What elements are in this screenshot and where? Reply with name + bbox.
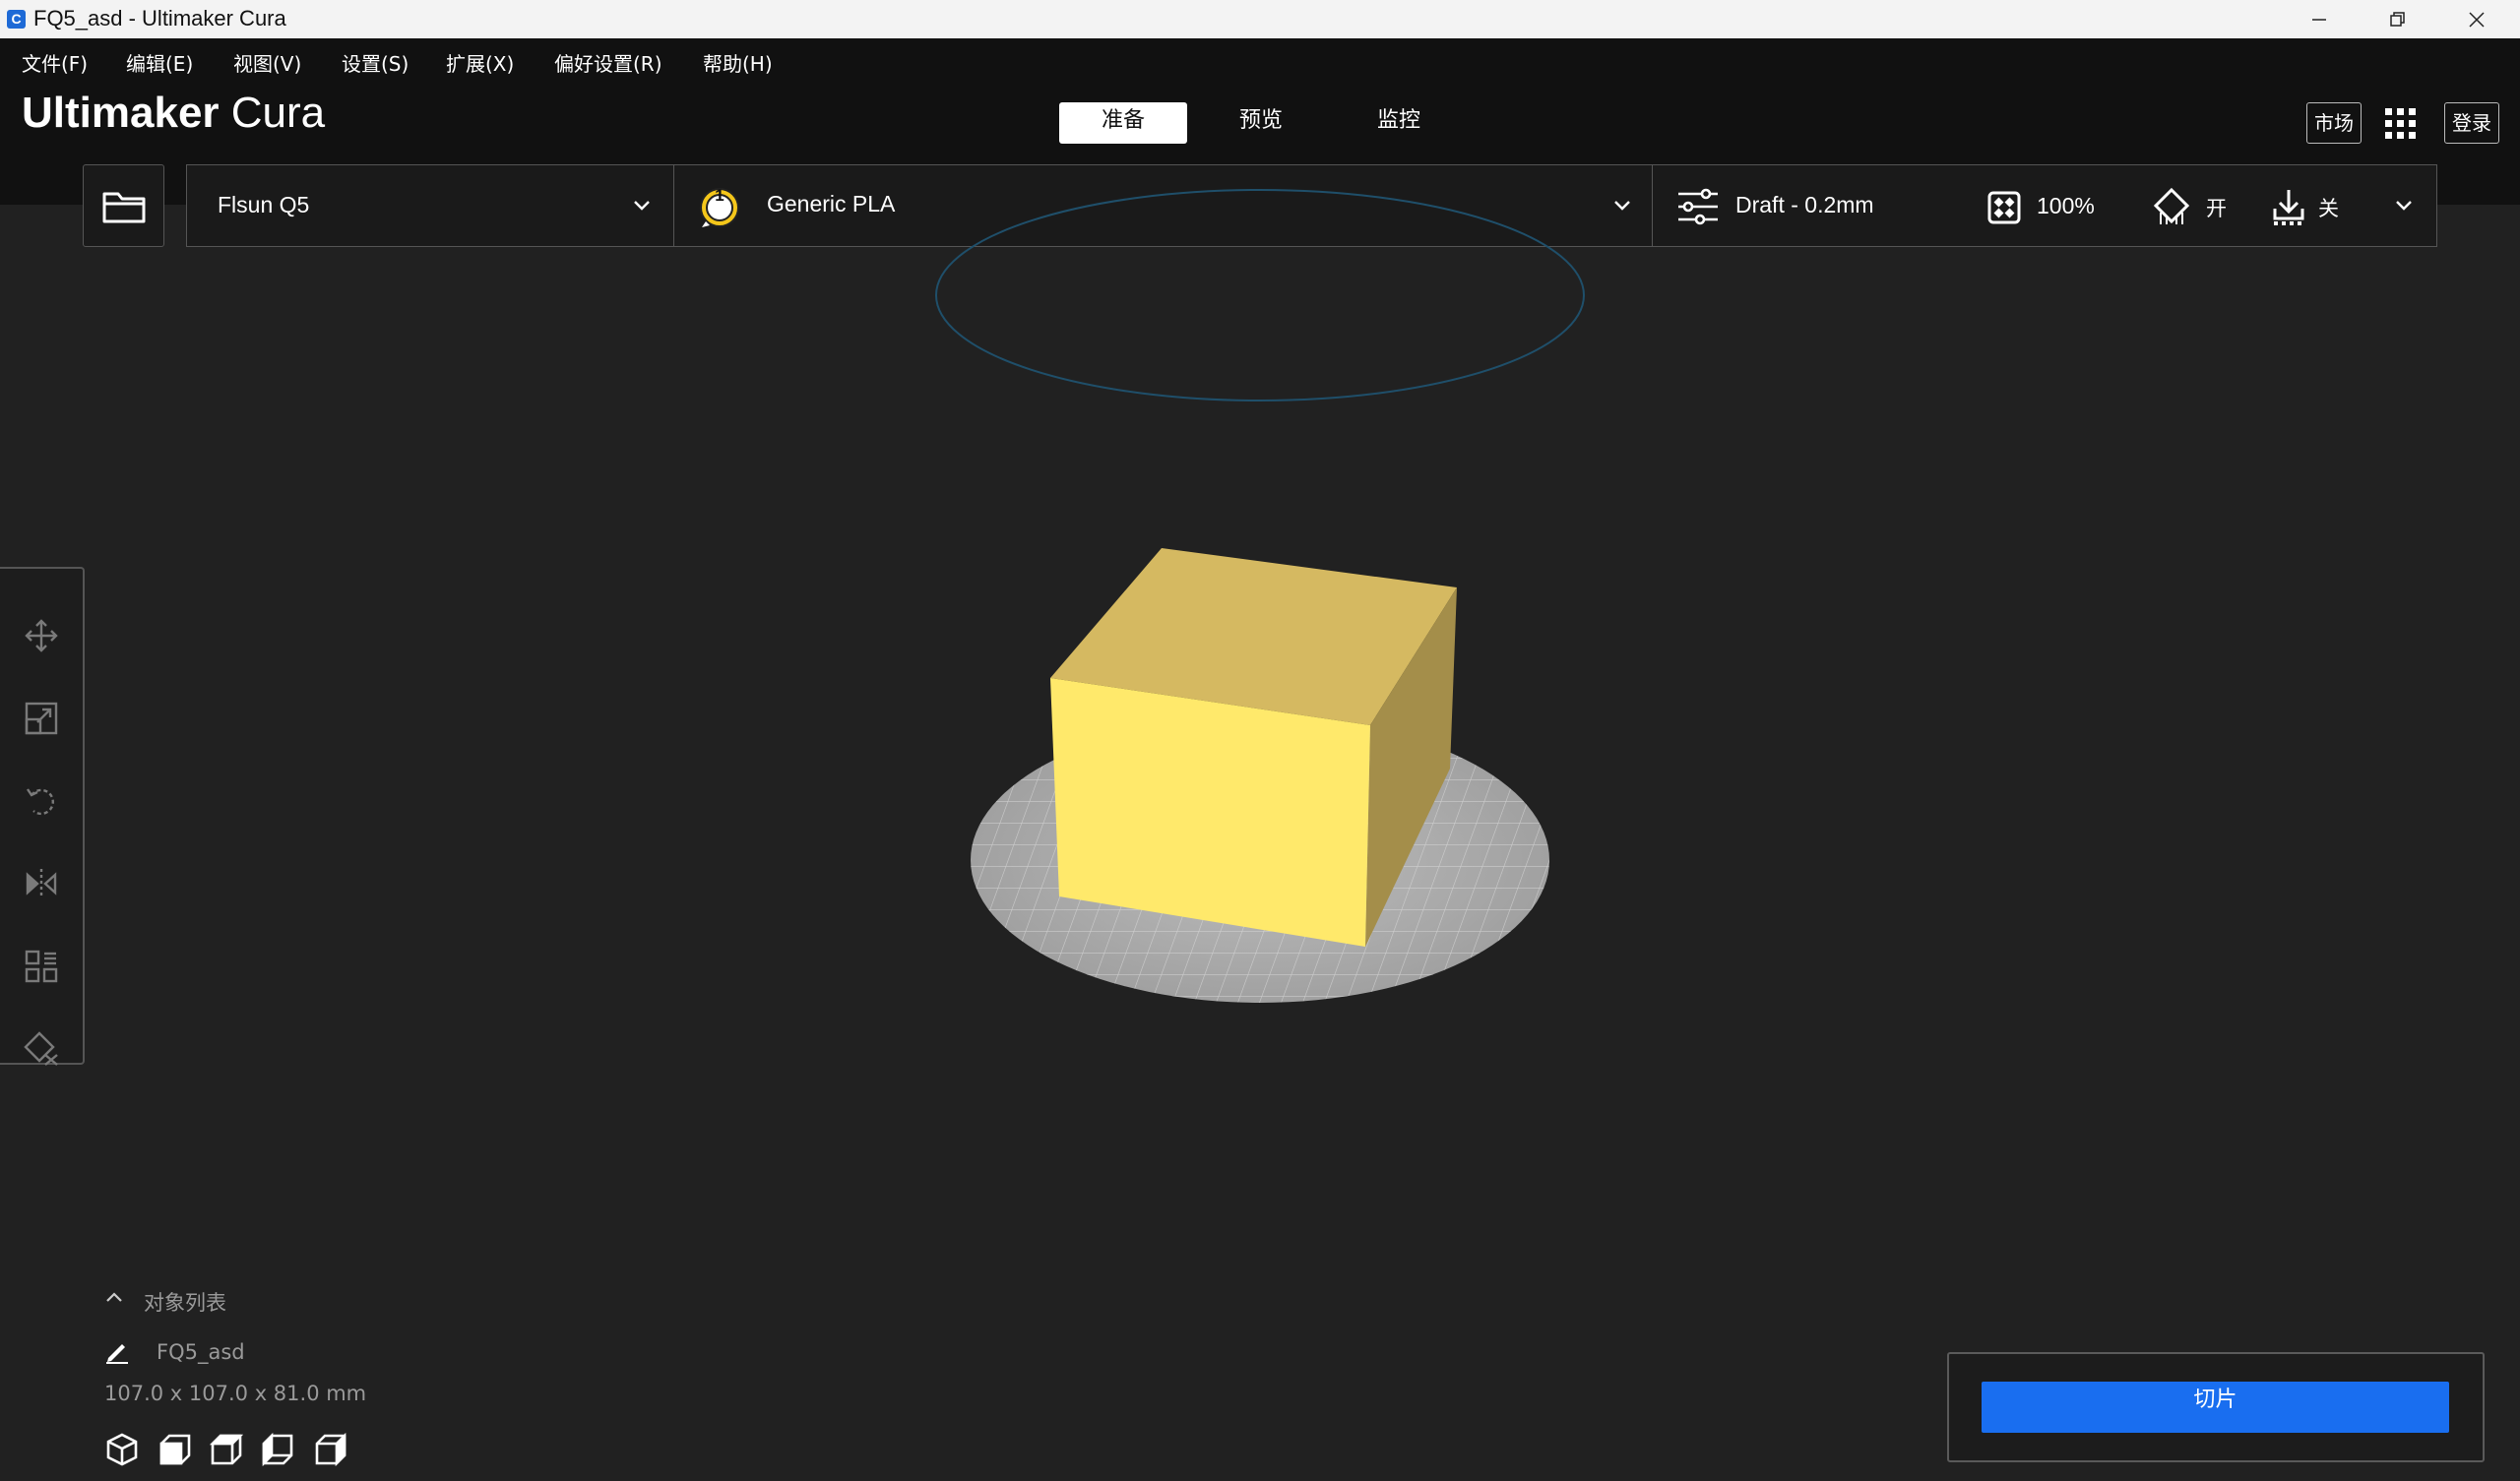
- front-view-icon: [159, 1434, 191, 1465]
- move-tool-button[interactable]: [18, 612, 65, 659]
- object-name[interactable]: FQ5_asd: [157, 1340, 245, 1364]
- restore-button[interactable]: [2359, 0, 2437, 38]
- tab-preview[interactable]: 预览: [1197, 102, 1325, 144]
- menu-bar: 文件(F) 编辑(E) 视图(V) 设置(S) 扩展(X) 偏好设置(R) 帮助…: [0, 38, 2520, 82]
- apps-grid-icon: [2385, 108, 2416, 139]
- tool-panel: [0, 567, 85, 1066]
- top-view-icon: [209, 1434, 244, 1465]
- menu-help[interactable]: 帮助(H): [703, 48, 773, 77]
- model-cube: [1050, 548, 1457, 947]
- material-selector[interactable]: 1 Generic PLA: [673, 164, 1654, 247]
- support-icon: [2153, 187, 2190, 224]
- minimize-icon: [2312, 18, 2326, 21]
- cura-app-icon: C: [7, 10, 26, 29]
- material-name: Generic PLA: [767, 191, 896, 216]
- print-settings-selector[interactable]: Draft - 0.2mm 100% 开 关: [1652, 164, 2437, 247]
- title-bar: C FQ5_asd - Ultimaker Cura: [0, 0, 2520, 38]
- 3d-view-icon: [106, 1433, 138, 1466]
- view-right-button[interactable]: [313, 1432, 348, 1471]
- edit-pencil-icon[interactable]: [104, 1338, 130, 1364]
- settings-sliders-icon: [1678, 188, 1718, 225]
- profile-name: Draft - 0.2mm: [1735, 192, 1874, 217]
- menu-extensions[interactable]: 扩展(X): [446, 48, 514, 77]
- view-front-button[interactable]: [158, 1432, 193, 1471]
- view-top-button[interactable]: [209, 1432, 244, 1471]
- object-dimensions: 107.0 x 107.0 x 81.0 mm: [104, 1382, 367, 1405]
- restore-icon: [2390, 11, 2405, 27]
- support-blocker-button[interactable]: [18, 1025, 65, 1073]
- printer-name: Flsun Q5: [218, 192, 310, 217]
- rotate-icon: [27, 788, 54, 816]
- chevron-down-icon: [2396, 201, 2412, 211]
- minimize-button[interactable]: [2280, 0, 2359, 38]
- view-3d-button[interactable]: [104, 1432, 140, 1471]
- build-plate: [971, 717, 1549, 1003]
- chevron-down-icon: [634, 201, 650, 211]
- ultimaker-cura-logo: Ultimaker Cura: [22, 89, 325, 138]
- menu-settings[interactable]: 设置(S): [342, 48, 409, 77]
- menu-view[interactable]: 视图(V): [233, 48, 301, 77]
- extruder-number: 1: [715, 186, 724, 205]
- logo-bold: Ultimaker: [22, 89, 220, 137]
- view-left-button[interactable]: [260, 1432, 295, 1471]
- per-model-settings-button[interactable]: [18, 943, 65, 990]
- slice-button[interactable]: 切片: [1982, 1382, 2449, 1433]
- infill-value: 100%: [2037, 193, 2095, 218]
- mirror-tool-button[interactable]: [18, 860, 65, 907]
- object-list-title[interactable]: 对象列表: [144, 1287, 226, 1317]
- right-view-icon: [315, 1432, 346, 1467]
- rotate-tool-button[interactable]: [18, 777, 65, 825]
- marketplace-button[interactable]: 市场: [2306, 102, 2362, 144]
- chevron-up-icon[interactable]: [104, 1290, 124, 1304]
- left-view-icon: [262, 1432, 293, 1467]
- chevron-down-icon: [1614, 201, 1630, 211]
- scale-tool-button[interactable]: [18, 695, 65, 742]
- move-icon: [25, 619, 58, 652]
- close-icon: [2469, 11, 2485, 28]
- printer-selector[interactable]: Flsun Q5: [186, 164, 674, 247]
- infill-icon: [1987, 191, 2021, 224]
- signin-button[interactable]: 登录: [2444, 102, 2499, 144]
- adhesion-value: 关: [2318, 197, 2339, 220]
- support-blocker-icon: [24, 1031, 58, 1066]
- menu-edit[interactable]: 编辑(E): [126, 48, 193, 77]
- folder-icon: [102, 192, 146, 223]
- apps-grid-button[interactable]: [2384, 107, 2418, 141]
- tab-monitor[interactable]: 监控: [1335, 102, 1463, 144]
- menu-file[interactable]: 文件(F): [22, 48, 88, 77]
- window-title: FQ5_asd - Ultimaker Cura: [33, 6, 286, 31]
- support-value: 开: [2206, 197, 2227, 220]
- open-file-button[interactable]: [83, 164, 164, 247]
- scale-icon: [25, 702, 58, 735]
- adhesion-icon: [2273, 190, 2304, 225]
- per-model-settings-icon: [25, 950, 58, 983]
- mirror-icon: [26, 869, 57, 898]
- tab-prepare[interactable]: 准备: [1059, 102, 1187, 144]
- close-button[interactable]: [2437, 0, 2516, 38]
- menu-preferences[interactable]: 偏好设置(R): [554, 48, 662, 77]
- logo-light: Cura: [219, 89, 326, 137]
